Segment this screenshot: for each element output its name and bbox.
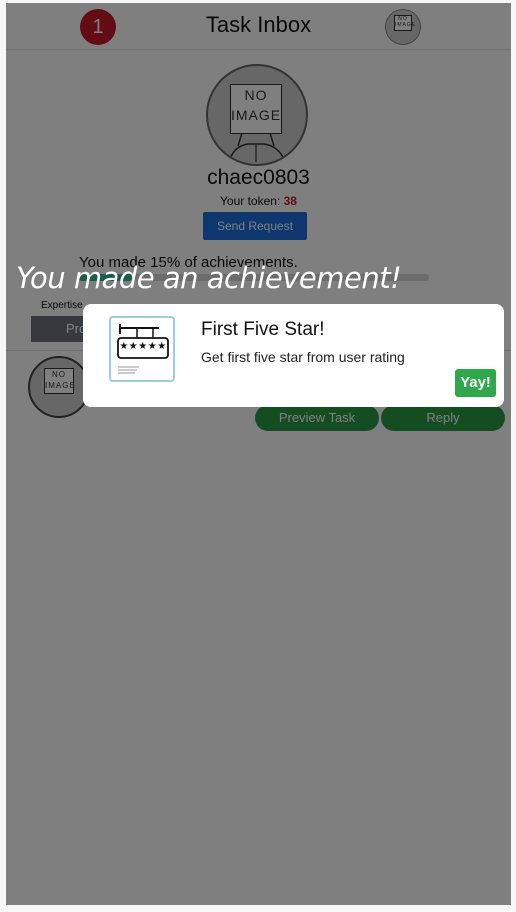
modal-overlay[interactable] bbox=[6, 3, 511, 905]
yay-button[interactable]: Yay! bbox=[455, 369, 496, 397]
achievement-description: Get first five star from user rating bbox=[201, 349, 405, 365]
achievement-title: First Five Star! bbox=[201, 319, 325, 340]
screen: 1 Task Inbox NO IMAGE NO IMAGE chaec0 bbox=[0, 0, 516, 912]
achievement-banner: You made an achievement! bbox=[16, 261, 402, 295]
badge-stars: ★★★★★ bbox=[119, 341, 167, 352]
app-frame: 1 Task Inbox NO IMAGE NO IMAGE chaec0 bbox=[6, 3, 511, 905]
five-star-sign-icon: ★★★★★ bbox=[109, 316, 175, 382]
achievement-card: ★★★★★ First Five Star! Get first five st… bbox=[83, 304, 504, 407]
